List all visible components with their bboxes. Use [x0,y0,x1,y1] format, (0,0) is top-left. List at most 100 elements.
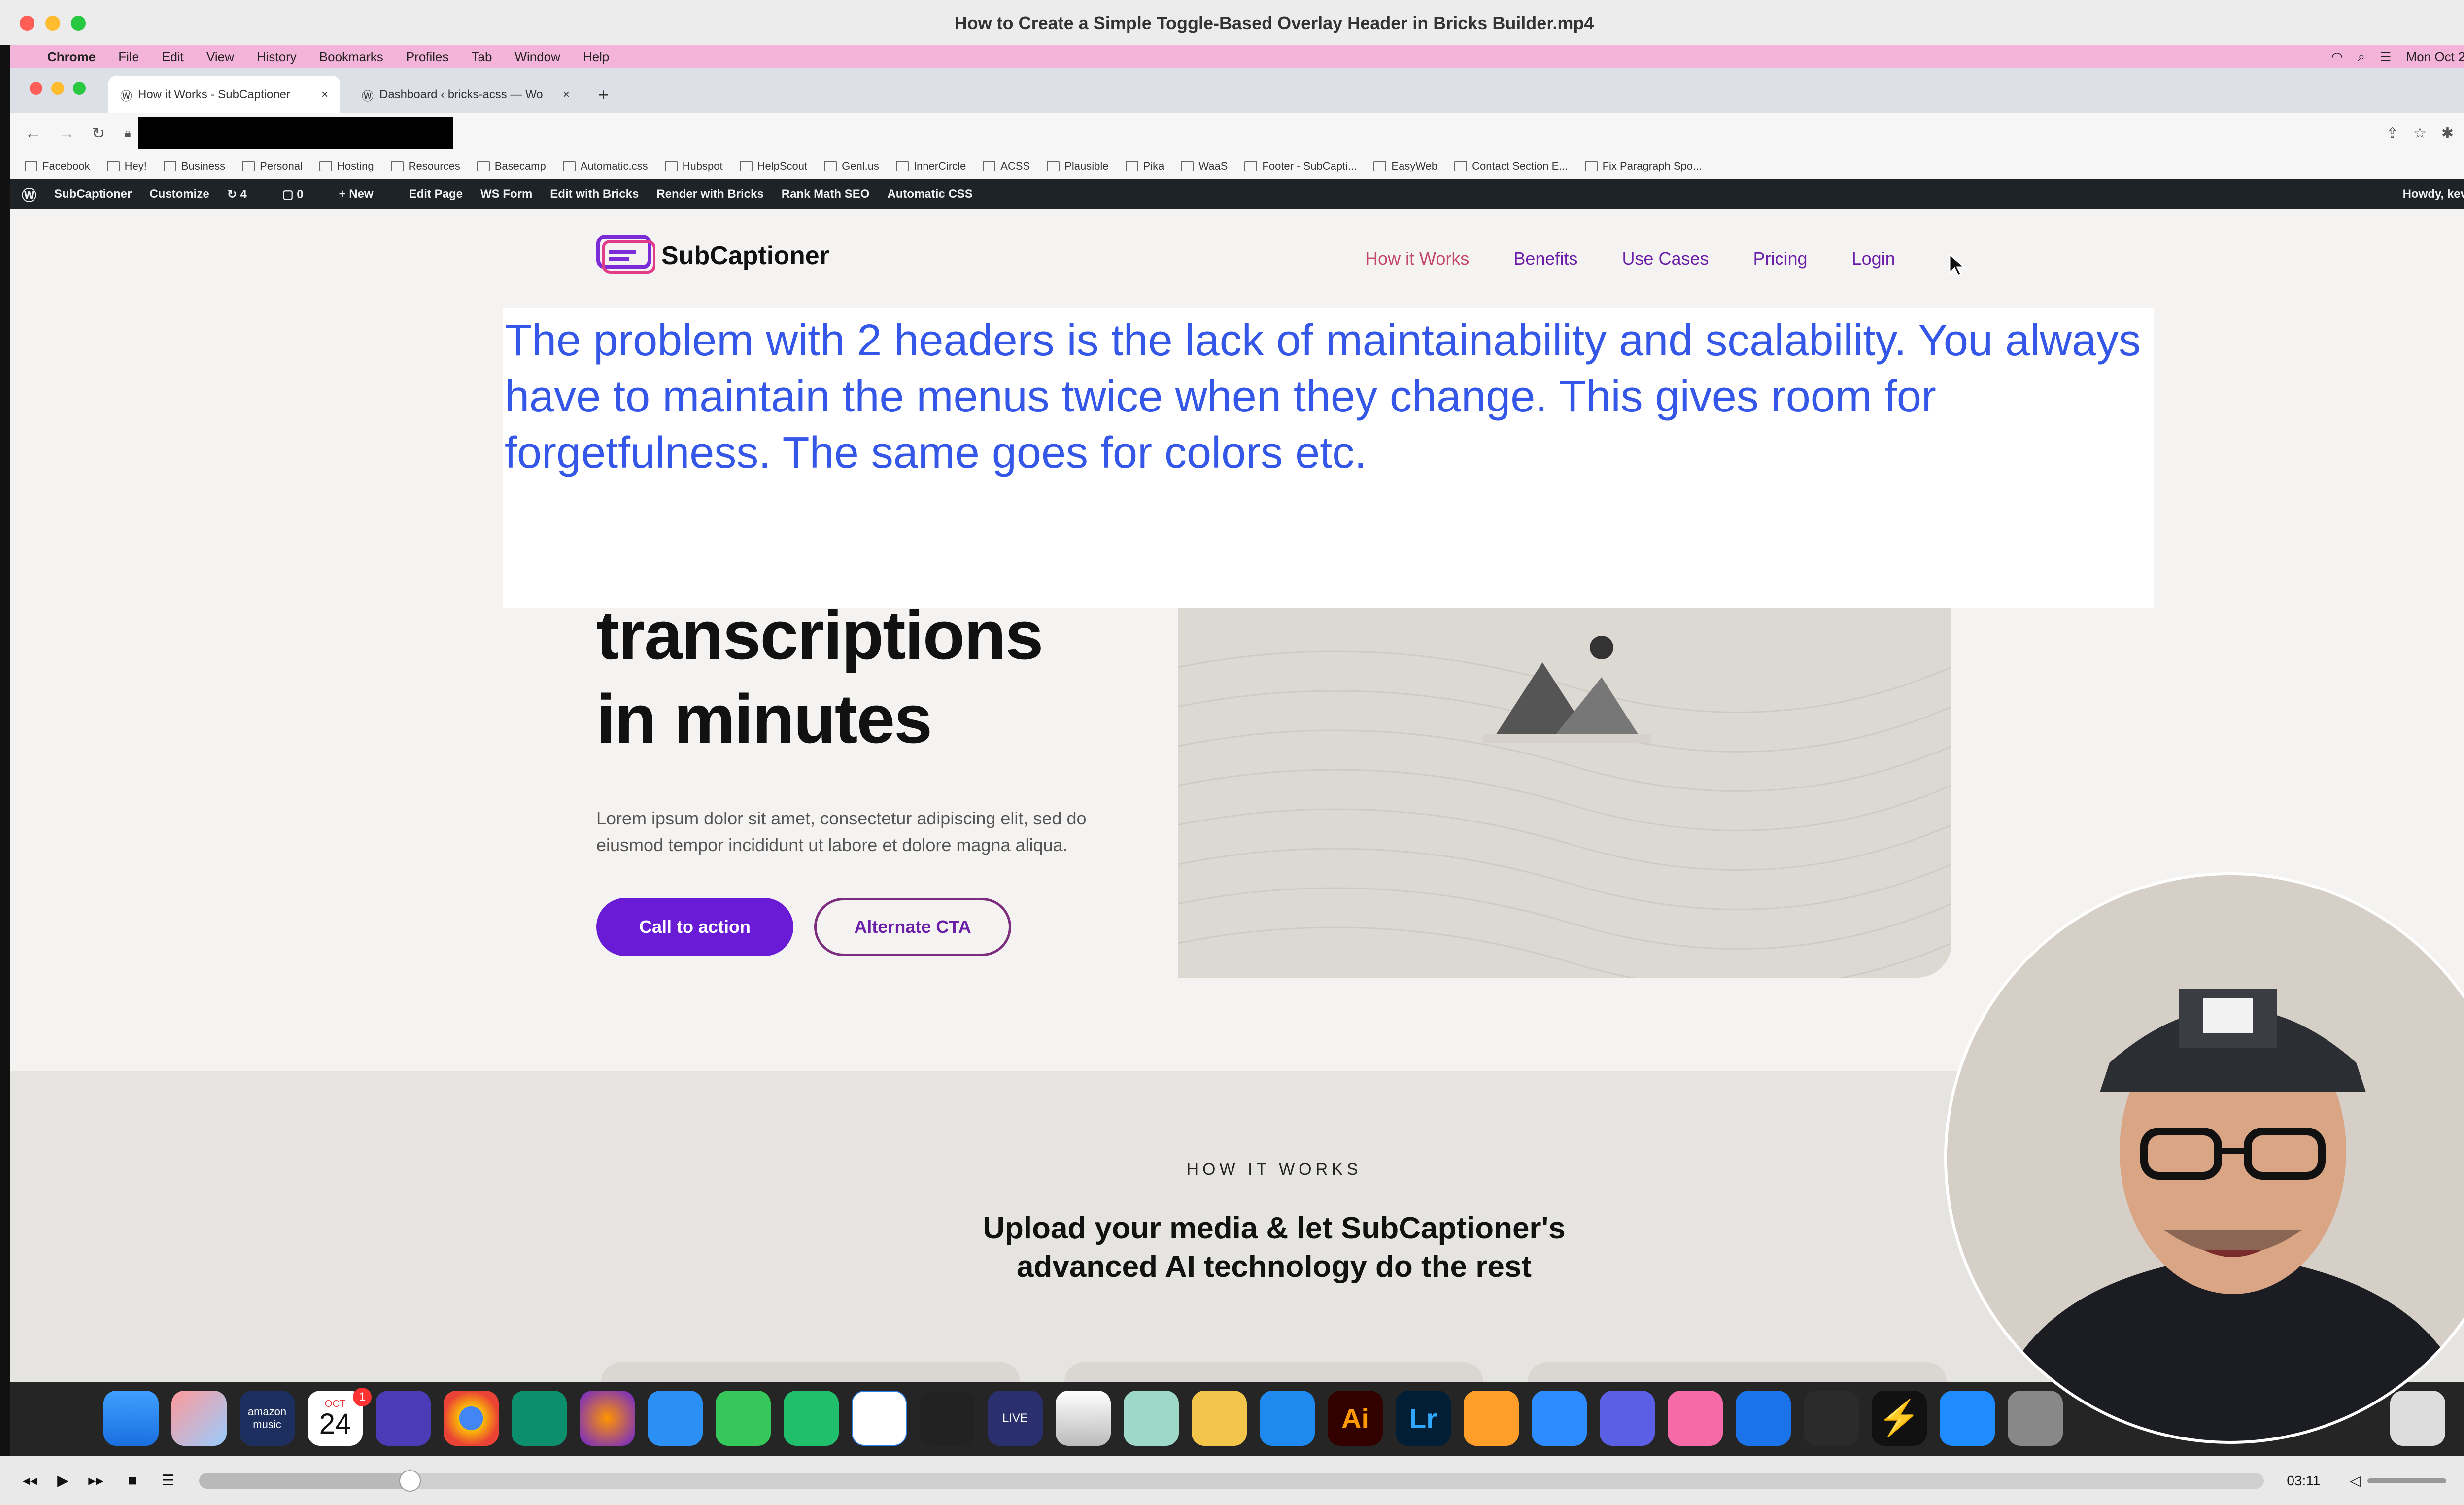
wp-customize[interactable]: Customize [149,187,209,201]
tab-dashboard[interactable]: Ⓦ Dashboard ‹ bricks-acss — Wo × [350,76,582,113]
stop-icon[interactable]: ■ [128,1472,137,1489]
progress-bar[interactable] [199,1470,2264,1492]
bookmark-item[interactable]: Resources [390,160,460,172]
wordpress-logo-icon[interactable]: Ⓦ [22,183,36,205]
call-to-action-button[interactable]: Call to action [596,898,793,956]
bookmark-item[interactable]: Footer - SubCapti... [1244,160,1357,172]
wp-site-name[interactable]: SubCaptioner [54,187,132,201]
star-icon[interactable]: ☆ [2413,125,2427,142]
bookmark-item[interactable]: Hosting [319,160,374,172]
volume-slider[interactable] [2367,1478,2446,1483]
play-icon[interactable]: ▶ [57,1472,68,1489]
menu-edit[interactable]: Edit [162,49,184,65]
bookmark-item[interactable]: Automatic.css [562,160,648,172]
amazon-music-icon[interactable]: amazon music [240,1391,295,1446]
bookmark-item[interactable]: Personal [242,160,303,172]
1password-icon[interactable] [1736,1391,1791,1446]
bookmark-item[interactable]: Basecamp [477,160,546,172]
bookmark-item[interactable]: Plausible [1047,160,1109,172]
lightroom-icon[interactable]: Lr [1396,1391,1451,1446]
zoom-icon[interactable] [1532,1391,1587,1446]
launchpad-icon[interactable] [171,1391,227,1446]
app-icon[interactable] [1600,1391,1655,1446]
wp-rank-math[interactable]: Rank Math SEO [782,187,870,201]
bookmark-item[interactable]: EasyWeb [1373,160,1437,172]
nav-benefits[interactable]: Benefits [1513,248,1577,269]
illustrator-icon[interactable]: Ai [1328,1391,1383,1446]
menu-bookmarks[interactable]: Bookmarks [319,49,383,65]
safari-icon[interactable] [648,1391,703,1446]
menu-history[interactable]: History [257,49,297,65]
app-icon[interactable] [512,1391,567,1446]
fast-forward-icon[interactable]: ▸▸ [88,1472,103,1489]
search-icon[interactable]: ⌕ [2358,49,2365,65]
menu-profiles[interactable]: Profiles [406,49,449,65]
bookmark-item[interactable]: Genl.us [824,160,879,172]
browser-close-button[interactable] [30,82,42,95]
bookmark-item[interactable]: Contact Section E... [1454,160,1568,172]
close-icon[interactable]: × [563,88,570,102]
wp-updates[interactable]: ↻ 4 [227,187,265,202]
app-menu[interactable]: Chrome [47,49,96,65]
lightning-icon[interactable]: ⚡ [1872,1391,1927,1446]
keynote-icon[interactable] [1260,1391,1315,1446]
tab-how-it-works[interactable]: Ⓦ How it Works - SubCaptioner × [108,76,340,113]
forward-icon[interactable]: → [58,124,75,143]
app-icon[interactable] [784,1391,839,1446]
trash-icon[interactable] [2390,1391,2445,1446]
rewind-icon[interactable]: ◂◂ [23,1472,37,1489]
app-icon[interactable] [1668,1391,1723,1446]
menubar-clock[interactable]: Mon Oct 24 4:18 PM [2406,49,2464,65]
firefox-icon[interactable] [580,1391,635,1446]
bookmark-item[interactable]: ACSS [983,160,1030,172]
menu-help[interactable]: Help [583,49,609,65]
alternate-cta-button[interactable]: Alternate CTA [814,898,1011,956]
bookmark-item[interactable]: Business [163,160,225,172]
share-icon[interactable]: ⇪ [2386,125,2398,142]
progress-thumb[interactable] [399,1470,421,1492]
app-icon[interactable] [1192,1391,1247,1446]
bookmark-item[interactable]: WaaS [1181,160,1228,172]
wp-new[interactable]: + New [339,187,391,201]
figma-icon[interactable] [920,1391,975,1446]
finder-icon[interactable] [103,1391,159,1446]
app-icon[interactable] [1804,1391,1859,1446]
app-icon[interactable] [1124,1391,1179,1446]
browser-minimize-button[interactable] [51,82,64,95]
bookmark-item[interactable]: Fix Paragraph Spo... [1584,160,1702,172]
wp-howdy[interactable]: Howdy, kevingeary [2403,187,2464,201]
live-app-icon[interactable]: LIVE [988,1391,1043,1446]
new-tab-button[interactable]: + [586,76,620,113]
wp-automatic-css[interactable]: Automatic CSS [887,187,972,201]
messages-icon[interactable] [716,1391,771,1446]
bookmark-item[interactable]: Pika [1125,160,1164,172]
url-field[interactable] [137,117,453,149]
bookmark-item[interactable]: Hubspot [664,160,723,172]
nav-login[interactable]: Login [1852,248,1895,269]
system-settings-icon[interactable] [2008,1391,2063,1446]
wp-ws-form[interactable]: WS Form [480,187,532,201]
bookmark-item[interactable]: InnerCircle [895,160,966,172]
browser-zoom-button[interactable] [73,82,86,95]
wp-edit-page[interactable]: Edit Page [409,187,463,201]
nav-pricing[interactable]: Pricing [1753,248,1808,269]
menu-file[interactable]: File [118,49,139,65]
vscode-icon[interactable] [852,1391,907,1446]
wp-edit-with-bricks[interactable]: Edit with Bricks [550,187,639,201]
extensions-icon[interactable]: ✱ [2441,125,2454,142]
wp-comments[interactable]: ▢ 0 [282,187,321,202]
hand-app-icon[interactable] [376,1391,431,1446]
bookmark-item[interactable]: Hey! [106,160,147,172]
menu-tab[interactable]: Tab [472,49,492,65]
wifi-icon[interactable]: ◠ [2331,49,2343,65]
bookmark-item[interactable]: Facebook [25,160,90,172]
app-store-icon[interactable] [1940,1391,1995,1446]
site-logo[interactable]: SubCaptioner [596,234,829,278]
bookmark-item[interactable]: HelpScout [739,160,807,172]
menu-view[interactable]: View [206,49,234,65]
nav-use-cases[interactable]: Use Cases [1622,248,1709,269]
reload-icon[interactable]: ↻ [92,124,105,142]
chrome-icon[interactable] [444,1391,499,1446]
final-cut-icon[interactable] [1056,1391,1111,1446]
close-icon[interactable]: × [321,88,328,102]
